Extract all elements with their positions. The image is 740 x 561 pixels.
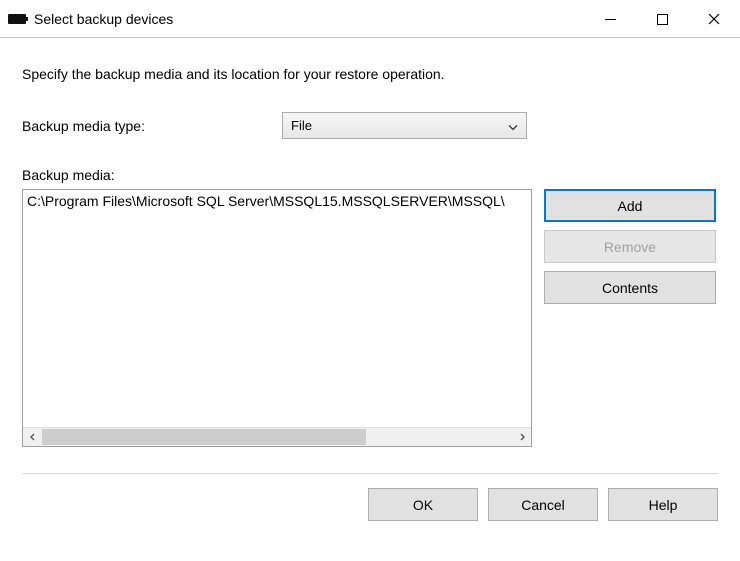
backup-media-label: Backup media: [22,167,718,183]
media-type-label: Backup media type: [22,118,282,134]
chevron-right-icon [518,433,526,441]
backup-media-listbox[interactable]: C:\Program Files\Microsoft SQL Server\MS… [22,189,532,447]
side-buttons: Add Remove Contents [544,189,716,304]
listbox-content: C:\Program Files\Microsoft SQL Server\MS… [23,190,531,427]
scroll-thumb[interactable] [42,429,366,445]
contents-button[interactable]: Contents [544,271,716,304]
app-icon [8,14,26,24]
media-type-row: Backup media type: File [22,112,718,139]
close-button[interactable] [688,0,740,38]
ok-button[interactable]: OK [368,488,478,521]
maximize-icon [657,14,668,25]
dialog-footer: OK Cancel Help [22,488,718,521]
media-row: C:\Program Files\Microsoft SQL Server\MS… [22,189,718,447]
separator [22,473,718,474]
scroll-track[interactable] [42,428,512,446]
horizontal-scrollbar[interactable] [23,427,531,446]
window-controls [584,0,740,37]
scroll-right-button[interactable] [512,428,531,446]
remove-button: Remove [544,230,716,263]
cancel-button[interactable]: Cancel [488,488,598,521]
media-type-dropdown[interactable]: File [282,112,527,139]
dialog-content: Specify the backup media and its locatio… [0,38,740,539]
window-title: Select backup devices [34,11,584,27]
help-button[interactable]: Help [608,488,718,521]
close-icon [708,13,720,25]
list-item[interactable]: C:\Program Files\Microsoft SQL Server\MS… [27,192,527,210]
maximize-button[interactable] [636,0,688,38]
minimize-icon [605,14,616,25]
description-text: Specify the backup media and its locatio… [22,66,718,82]
media-type-selected: File [291,118,312,133]
chevron-left-icon [29,433,37,441]
add-button[interactable]: Add [544,189,716,222]
minimize-button[interactable] [584,0,636,38]
chevron-down-icon [508,118,518,133]
scroll-left-button[interactable] [23,428,42,446]
titlebar: Select backup devices [0,0,740,38]
